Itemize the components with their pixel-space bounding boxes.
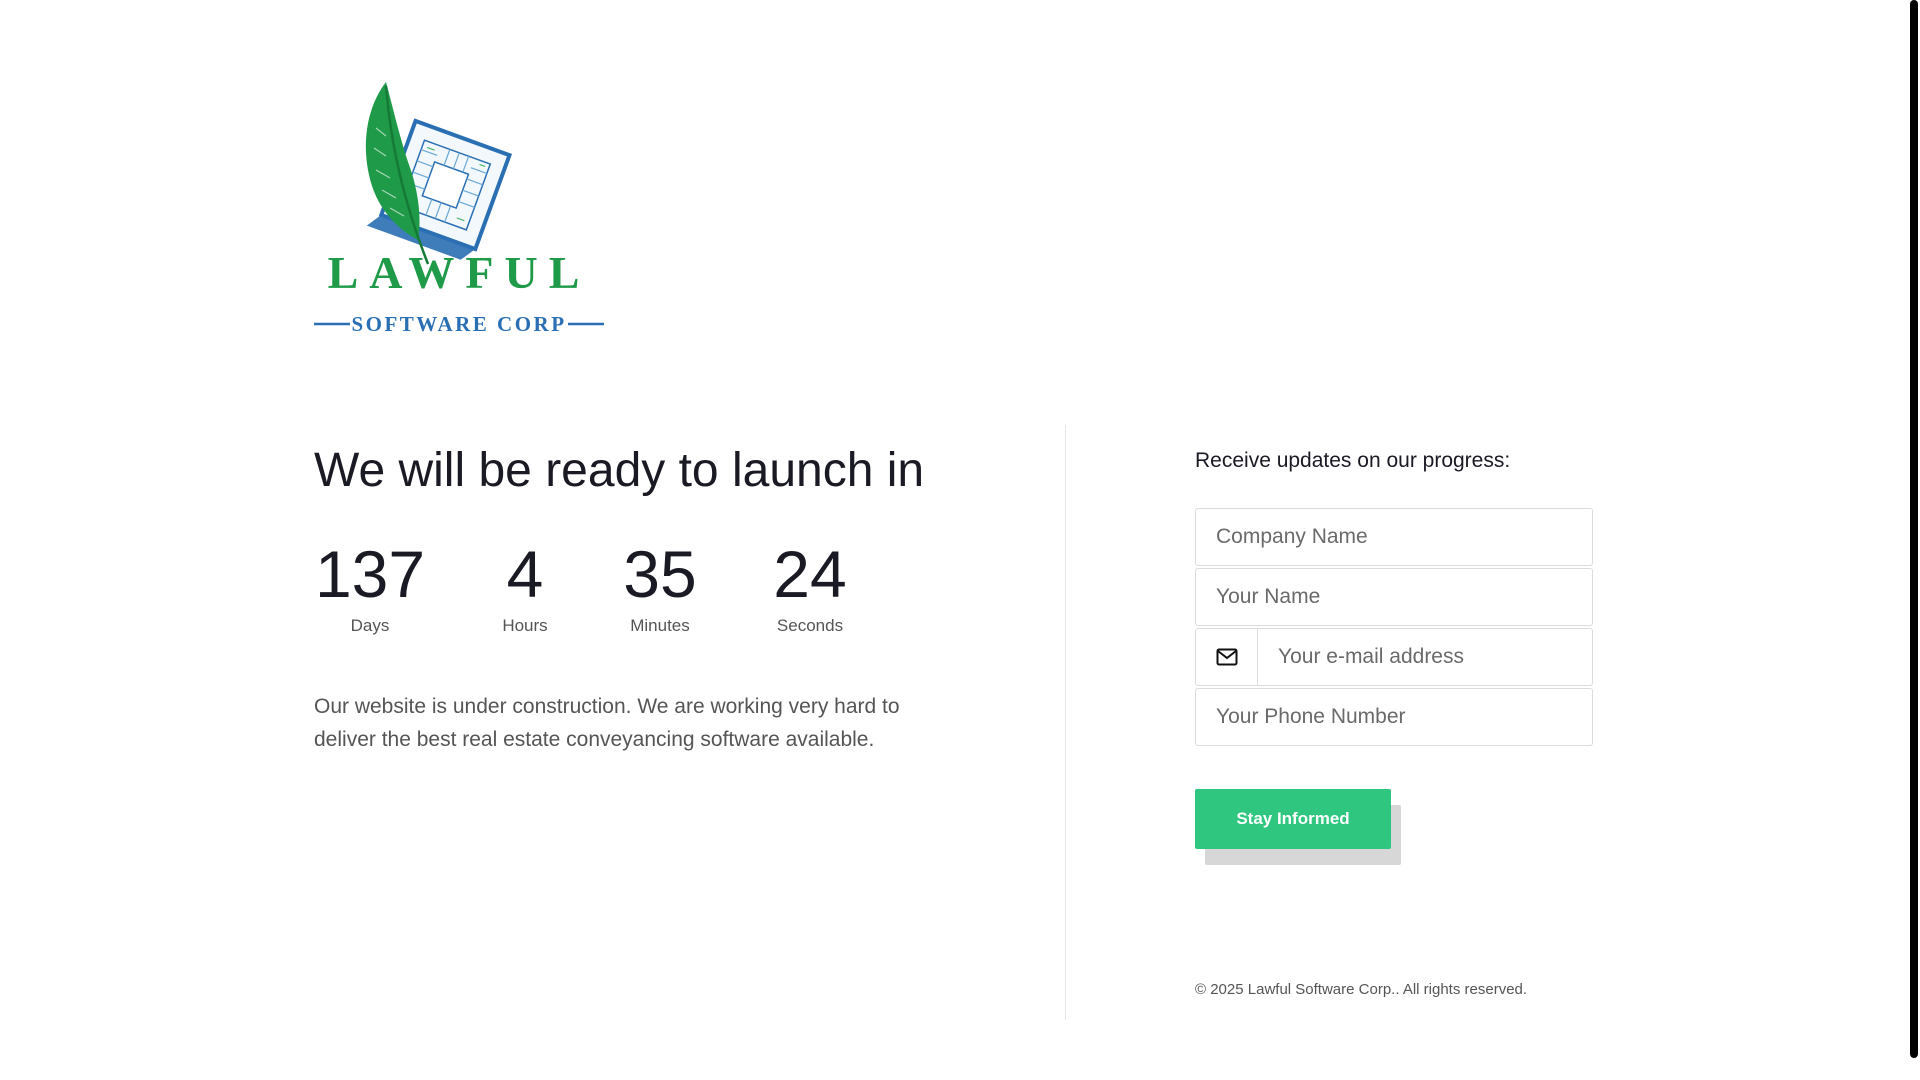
your-name-input[interactable] bbox=[1196, 569, 1592, 625]
page-title: We will be ready to launch in bbox=[314, 444, 925, 497]
footer-copyright: © 2025 Lawful Software Corp.. All rights… bbox=[1195, 981, 1528, 998]
email-field bbox=[1195, 628, 1593, 686]
vertical-scrollbar[interactable] bbox=[1903, 0, 1920, 1080]
countdown-minutes: 35 Minutes bbox=[620, 540, 700, 636]
countdown-hours: 4 Hours bbox=[497, 540, 553, 636]
phone-field bbox=[1195, 688, 1593, 746]
company-name-field bbox=[1195, 508, 1593, 566]
countdown-seconds-value: 24 bbox=[773, 537, 847, 611]
svg-text:SOFTWARE CORP: SOFTWARE CORP bbox=[351, 312, 566, 333]
countdown-days-label: Days bbox=[350, 616, 390, 635]
phone-input[interactable] bbox=[1196, 689, 1592, 745]
countdown-minutes-value: 35 bbox=[623, 537, 697, 611]
countdown-hours-label: Hours bbox=[502, 616, 548, 635]
countdown-seconds: 24 Seconds bbox=[766, 540, 854, 636]
countdown-days-value: 137 bbox=[314, 537, 426, 611]
stay-informed-button[interactable]: Stay Informed bbox=[1195, 789, 1391, 849]
email-input[interactable] bbox=[1258, 629, 1592, 685]
your-name-field bbox=[1195, 568, 1593, 626]
signup-title: Receive updates on our progress: bbox=[1195, 449, 1511, 472]
scrollbar-thumb[interactable] bbox=[1910, 0, 1918, 1058]
countdown-minutes-label: Minutes bbox=[630, 616, 690, 635]
countdown-seconds-label: Seconds bbox=[776, 616, 844, 635]
envelope-icon bbox=[1196, 629, 1258, 685]
column-divider bbox=[1065, 425, 1066, 1020]
page: LAWFUL SOFTWARE CORP We will be ready to… bbox=[0, 0, 1903, 1080]
construction-description: Our website is under construction. We ar… bbox=[314, 695, 900, 751]
company-logo: LAWFUL SOFTWARE CORP bbox=[314, 78, 604, 336]
countdown-days: 137 Days bbox=[314, 540, 426, 636]
svg-text:LAWFUL: LAWFUL bbox=[328, 247, 591, 298]
company-name-input[interactable] bbox=[1196, 509, 1592, 565]
countdown-hours-value: 4 bbox=[506, 537, 544, 611]
